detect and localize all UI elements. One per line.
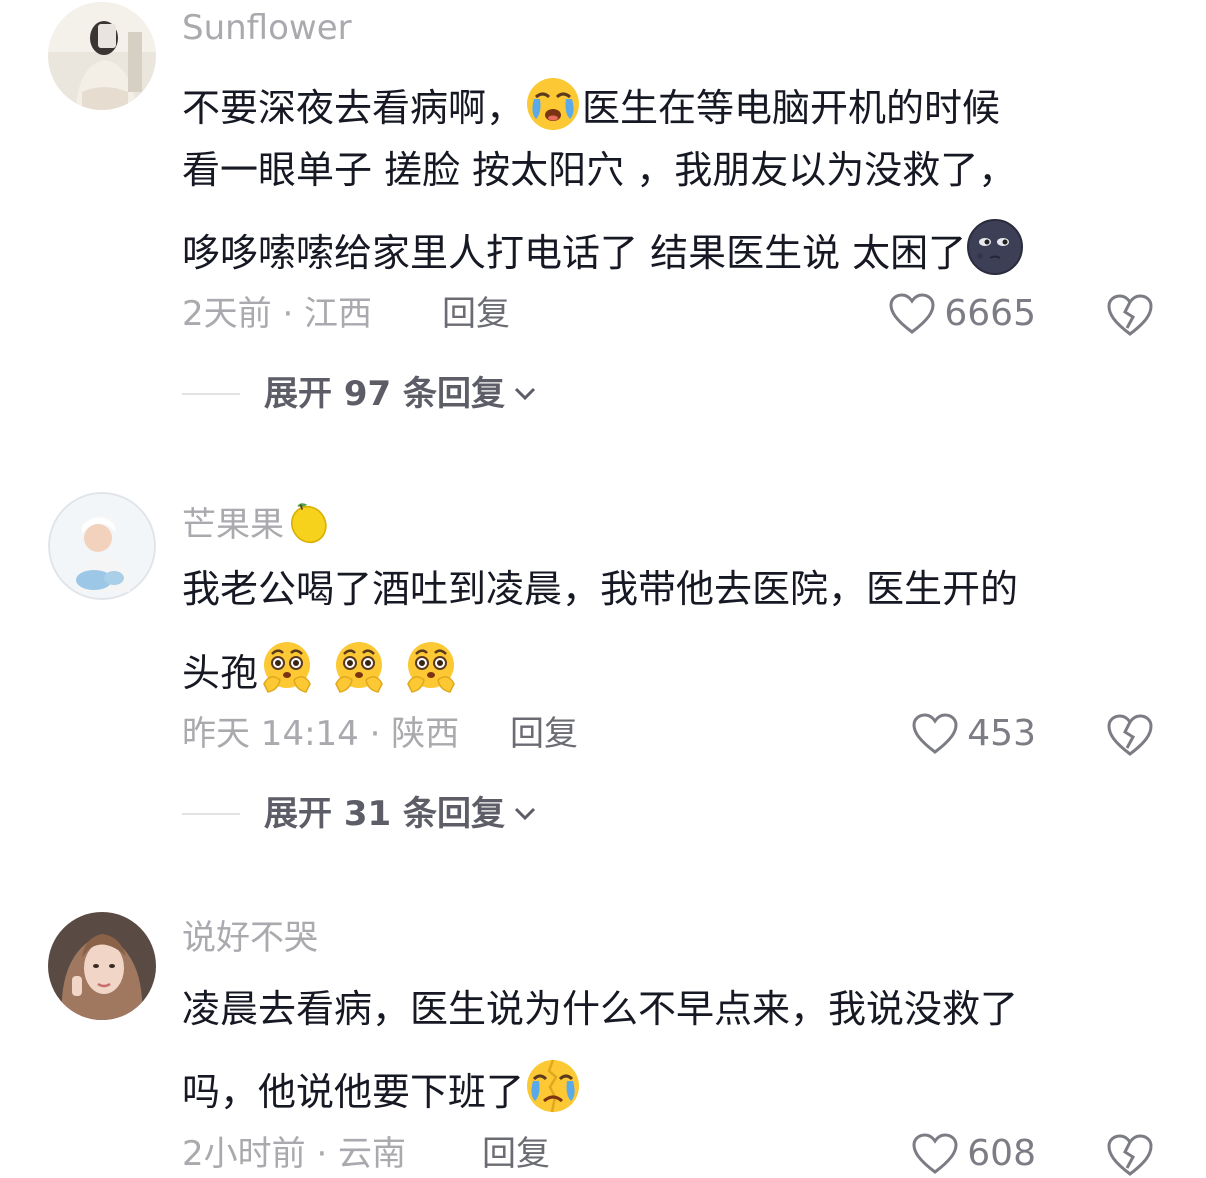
comment-text-line: 吗，他说他要下班了 — [182, 1057, 582, 1116]
comment-text-line: 我老公喝了酒吐到凌晨，我带他去医院，医生开的 — [182, 567, 1019, 611]
divider — [182, 813, 240, 815]
broken-heart-icon[interactable] — [1106, 292, 1154, 338]
time-location: 昨天 14:14 · 陕西 — [182, 714, 460, 754]
comment-text-line: 凌晨去看病，医生说为什么不早点来，我说没救了 — [182, 987, 1019, 1031]
lemon-emoji — [284, 498, 332, 546]
divider — [182, 393, 240, 395]
reply-button[interactable]: 回复 — [510, 710, 578, 758]
time-location: 2小时前 · 云南 — [182, 1134, 407, 1174]
reply-button[interactable]: 回复 — [442, 290, 510, 338]
username[interactable]: 说好不哭 — [182, 918, 318, 958]
worried-face-emoji — [258, 638, 316, 696]
expand-replies-button[interactable]: 展开 97 条回复 — [182, 372, 537, 416]
expand-replies-label: 展开 31 条回复 — [264, 794, 505, 834]
like-count: 453 — [967, 713, 1036, 754]
comment-item: 芒果果 我老公喝了酒吐到凌晨，我带他去医院，医生开的 头孢 昨天 14:14 ·… — [0, 490, 1206, 850]
expand-replies-label: 展开 97 条回复 — [264, 374, 505, 414]
new-moon-face-emoji — [966, 218, 1024, 276]
comment-text-line: 哆哆嗦嗦给家里人打电话了 结果医生说 太困了 — [182, 218, 1024, 277]
like-button[interactable]: 6665 — [888, 290, 1036, 338]
heart-icon — [912, 1133, 958, 1174]
comment-meta-row: 2天前 · 江西 回复 6665 — [182, 290, 1206, 338]
broken-heart-icon[interactable] — [1106, 712, 1154, 758]
avatar[interactable] — [48, 2, 156, 110]
worried-face-emoji — [402, 638, 460, 696]
crying-face-emoji — [524, 73, 582, 131]
comment-text-line: 不要深夜去看病啊， 医生在等电脑开机的时候 — [182, 73, 1000, 132]
comment-item: Sunflower 不要深夜去看病啊， 医生在等电脑开机的时候 看一眼单子 搓脸… — [0, 0, 1206, 440]
like-button[interactable]: 453 — [911, 710, 1036, 758]
broken-heart-icon[interactable] — [1106, 1132, 1154, 1178]
chevron-down-icon — [514, 387, 536, 401]
heart-icon — [912, 713, 958, 754]
comment-meta-row: 2小时前 · 云南 回复 608 — [182, 1130, 1206, 1178]
broken-crying-emoji — [524, 1057, 582, 1115]
like-button[interactable]: 608 — [911, 1130, 1036, 1178]
worried-face-emoji — [330, 638, 388, 696]
heart-icon — [889, 293, 935, 334]
username[interactable]: Sunflower — [182, 8, 352, 48]
expand-replies-button[interactable]: 展开 31 条回复 — [182, 792, 537, 836]
comment-text-line: 看一眼单子 搓脸 按太阳穴 ，我朋友以为没救了， — [182, 148, 1017, 192]
time-location: 2天前 · 江西 — [182, 294, 373, 334]
comment-text-line: 头孢 — [182, 638, 460, 697]
username[interactable]: 芒果果 — [182, 498, 332, 546]
comment-meta-row: 昨天 14:14 · 陕西 回复 453 — [182, 710, 1206, 758]
reply-button[interactable]: 回复 — [482, 1130, 550, 1178]
avatar[interactable] — [48, 492, 156, 600]
like-count: 6665 — [944, 293, 1036, 334]
chevron-down-icon — [514, 807, 536, 821]
avatar[interactable] — [48, 912, 156, 1020]
comment-item: 说好不哭 凌晨去看病，医生说为什么不早点来，我说没救了 吗，他说他要下班了 2小… — [0, 910, 1206, 1176]
like-count: 608 — [967, 1133, 1036, 1174]
